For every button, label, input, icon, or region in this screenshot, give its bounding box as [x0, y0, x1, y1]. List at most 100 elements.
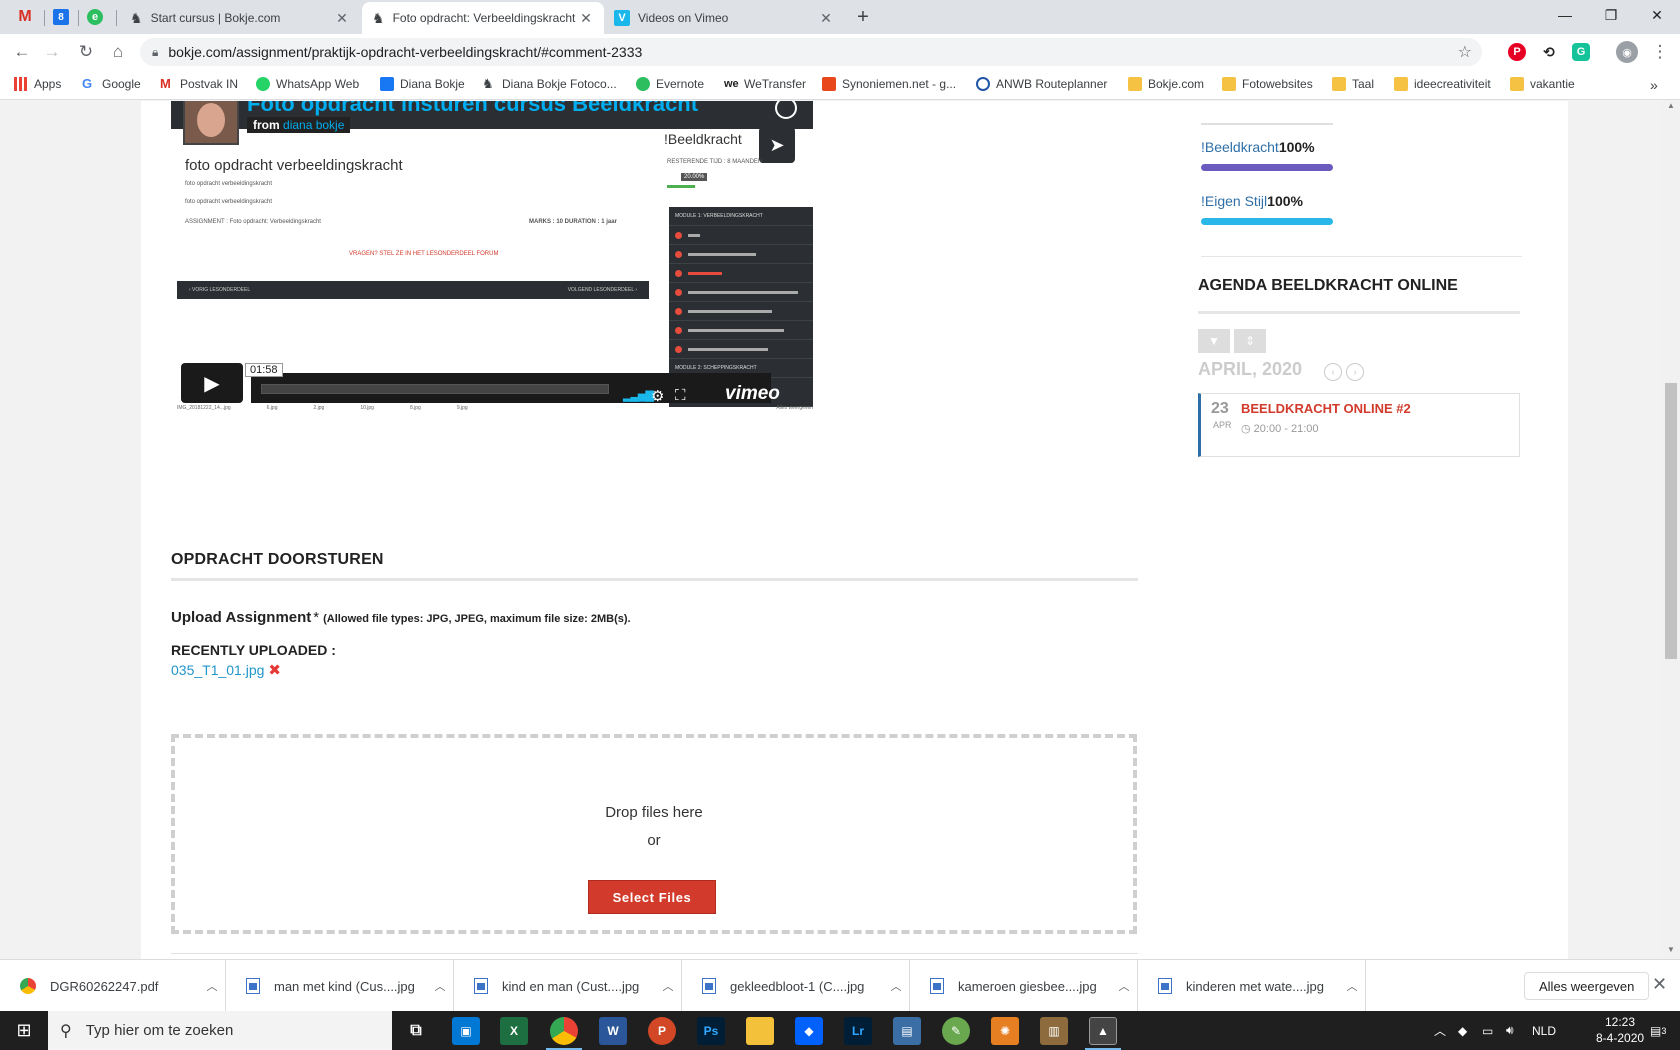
grammarly-icon[interactable]: G: [1572, 43, 1590, 61]
avatar[interactable]: ◉: [1616, 41, 1638, 63]
photos-icon[interactable]: ▲: [1089, 1017, 1117, 1045]
minimize-button[interactable]: —: [1542, 0, 1588, 30]
chevron-up-icon[interactable]: ︿: [1342, 978, 1362, 994]
bookmark-folder-bokje[interactable]: Bokje.com: [1128, 77, 1204, 91]
powerpoint-icon[interactable]: P: [648, 1017, 676, 1045]
scrollbar-thumb[interactable]: [1665, 383, 1677, 659]
close-icon[interactable]: ✕: [334, 10, 350, 27]
task-view-icon[interactable]: ⧉: [402, 1017, 430, 1045]
settings-icon[interactable]: ⚙: [651, 387, 664, 405]
vimeo-logo[interactable]: vimeo: [725, 383, 780, 405]
chevron-up-icon[interactable]: ︿: [1114, 978, 1134, 994]
app-icon[interactable]: ✺: [991, 1017, 1019, 1045]
notifications-icon[interactable]: ▤ 3: [1650, 1011, 1666, 1050]
bookmark-folder-vakantie[interactable]: vakantie: [1510, 77, 1575, 91]
download-item[interactable]: DGR60262247.pdf ︿: [0, 960, 226, 1012]
language-indicator[interactable]: NLD: [1532, 1011, 1556, 1050]
fullscreen-icon[interactable]: ⛶: [675, 387, 686, 404]
video-title[interactable]: Foto opdracht insturen cursus Beeldkrach…: [247, 101, 698, 117]
chevron-up-icon[interactable]: ︿: [430, 978, 450, 994]
bookmark-anwb[interactable]: ANWB Routeplanner: [976, 77, 1107, 91]
show-all-downloads-button[interactable]: Alles weergeven: [1524, 972, 1650, 1000]
chevron-up-icon[interactable]: ︿: [658, 978, 678, 994]
chevron-up-icon[interactable]: ︿: [886, 978, 906, 994]
video-progress-bar[interactable]: [251, 373, 771, 403]
bookmark-diana-fotoco[interactable]: ♞ Diana Bokje Fotoco...: [482, 77, 617, 92]
forward-button[interactable]: →: [40, 40, 64, 64]
pinned-tab-calendar[interactable]: 8: [48, 6, 74, 28]
tab-videos-on-vimeo[interactable]: V Videos on Vimeo ✕: [604, 2, 844, 34]
restore-button[interactable]: ❐: [1588, 0, 1634, 30]
network-icon[interactable]: ▭: [1482, 1011, 1493, 1050]
author-avatar[interactable]: [183, 101, 239, 145]
scanner-icon[interactable]: ▤: [893, 1017, 921, 1045]
download-item[interactable]: gekleedbloot-1 (C....jpg ︿: [684, 960, 910, 1012]
file-explorer-icon[interactable]: [746, 1017, 774, 1045]
course-beeldkracht[interactable]: !Beeldkracht100%: [1201, 139, 1315, 155]
taskbar-clock[interactable]: 12:23 8-4-2020: [1596, 1014, 1644, 1046]
close-icon[interactable]: ✕: [578, 10, 594, 27]
tab-foto-opdracht[interactable]: ♞ Foto opdracht: Verbeeldingskracht ✕: [362, 2, 604, 34]
reload-button[interactable]: ↻: [74, 40, 98, 64]
taskbar-search[interactable]: ⚲ Typ hier om te zoeken: [48, 1011, 392, 1050]
event-title[interactable]: BEELDKRACHT ONLINE #2: [1241, 401, 1411, 416]
pinned-tab-evernote[interactable]: e: [82, 6, 108, 28]
close-icon[interactable]: ✕: [818, 10, 834, 27]
bookmark-whatsapp[interactable]: WhatsApp Web: [256, 77, 359, 91]
sort-button[interactable]: ⇕: [1234, 329, 1266, 353]
share-button[interactable]: ➤: [759, 127, 795, 163]
store-icon[interactable]: ▣: [452, 1017, 480, 1045]
bookmark-diana-bokje[interactable]: Diana Bokje: [380, 77, 465, 91]
bookmark-folder-fotowebsites[interactable]: Fotowebsites: [1222, 77, 1313, 91]
recent-file-link[interactable]: 035_T1_01.jpg: [171, 662, 264, 678]
volume-icon[interactable]: ▂▃▅▇: [623, 389, 654, 402]
file-dropzone[interactable]: Drop files here or Select Files: [171, 734, 1137, 934]
pinterest-icon[interactable]: P: [1508, 43, 1526, 61]
dropbox-icon[interactable]: ◆: [795, 1017, 823, 1045]
scroll-up-icon[interactable]: ▲: [1662, 101, 1680, 115]
agenda-event[interactable]: 23 APR BEELDKRACHT ONLINE #2 ◷ 20:00 - 2…: [1198, 393, 1520, 457]
download-item[interactable]: kameroen giesbee....jpg ︿: [912, 960, 1138, 1012]
bookmark-synoniemen[interactable]: Synoniemen.net - g...: [822, 77, 956, 91]
excel-icon[interactable]: X: [500, 1017, 528, 1045]
bookmark-postvak[interactable]: M Postvak IN: [160, 77, 238, 92]
extension-icon[interactable]: ⟲: [1540, 43, 1558, 61]
page-scrollbar[interactable]: ▲ ▼: [1662, 101, 1680, 959]
volume-icon[interactable]: 🔊︎: [1506, 1011, 1514, 1050]
course-eigen-stijl[interactable]: !Eigen Stijl100%: [1201, 193, 1303, 209]
prev-month-button[interactable]: ‹: [1324, 363, 1342, 381]
bookmarks-overflow-button[interactable]: »: [1650, 77, 1658, 93]
window-close-button[interactable]: ✕: [1634, 0, 1680, 30]
address-bar[interactable]: 🔒︎ bokje.com/assignment/praktijk-opdrach…: [140, 38, 1482, 66]
photoshop-icon[interactable]: Ps: [697, 1017, 725, 1045]
start-button[interactable]: ⊞: [0, 1011, 48, 1050]
filter-button[interactable]: ▼: [1198, 329, 1230, 353]
home-button[interactable]: ⌂: [106, 40, 130, 64]
scroll-down-icon[interactable]: ▼: [1662, 945, 1680, 959]
tab-start-cursus[interactable]: ♞ Start cursus | Bokje.com ✕: [120, 2, 360, 34]
show-hidden-icons[interactable]: ︿: [1434, 1011, 1446, 1050]
author-link[interactable]: diana bokje: [283, 118, 344, 132]
download-item[interactable]: man met kind (Cus....jpg ︿: [228, 960, 454, 1012]
download-item[interactable]: kinderen met wate....jpg ︿: [1140, 960, 1366, 1012]
bookmark-wetransfer[interactable]: we WeTransfer: [724, 77, 806, 91]
play-button[interactable]: ▶: [181, 363, 243, 403]
download-item[interactable]: kind en man (Cust....jpg ︿: [456, 960, 682, 1012]
lightroom-icon[interactable]: Lr: [844, 1017, 872, 1045]
chrome-icon[interactable]: [550, 1017, 578, 1045]
bookmark-apps[interactable]: Apps: [14, 77, 61, 91]
bookmark-folder-ideecreativiteit[interactable]: ideecreativiteit: [1394, 77, 1491, 91]
select-files-button[interactable]: Select Files: [588, 880, 716, 914]
vimeo-player[interactable]: Foto opdracht insturen cursus Beeldkrach…: [171, 101, 813, 431]
next-month-button[interactable]: ›: [1346, 363, 1364, 381]
paint-icon[interactable]: ✎: [942, 1017, 970, 1045]
bookmark-google[interactable]: G Google: [82, 77, 141, 92]
menu-button[interactable]: ⋮: [1648, 40, 1672, 64]
word-icon[interactable]: W: [599, 1017, 627, 1045]
bookmark-folder-taal[interactable]: Taal: [1332, 77, 1374, 91]
back-button[interactable]: ←: [10, 40, 34, 64]
pinned-tab-gmail[interactable]: M: [12, 6, 38, 28]
new-tab-button[interactable]: +: [852, 6, 874, 28]
delete-icon[interactable]: ✖: [268, 662, 281, 679]
close-icon[interactable]: ✕: [1652, 974, 1667, 995]
